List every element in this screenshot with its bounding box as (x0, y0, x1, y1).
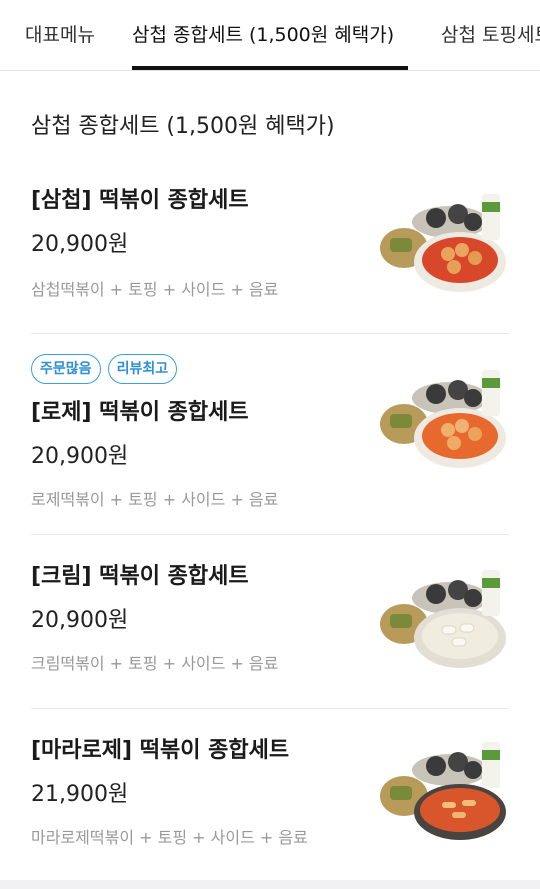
item-divider (31, 708, 509, 709)
menu-item-mala-rose-combo[interactable]: [마라로제] 떡볶이 종합세트 21,900원 마라로제떡볶이 + 토핑 + 사… (0, 720, 540, 878)
item-name: [크림] 떡볶이 종합세트 (31, 564, 249, 589)
item-price: 20,900원 (31, 232, 129, 257)
item-name: [삼첩] 떡볶이 종합세트 (31, 188, 249, 213)
item-divider (31, 333, 509, 334)
cream-tteokbokki-set-photo (380, 570, 506, 668)
tteokbokki-set-photo (380, 194, 506, 292)
item-price: 20,900원 (31, 608, 129, 633)
active-tab-indicator (132, 66, 408, 70)
tab-combo-set[interactable]: 삼첩 종합세트 (1,500원 혜택가) (132, 0, 394, 70)
item-name: [로제] 떡볶이 종합세트 (31, 400, 249, 425)
item-price: 21,900원 (31, 782, 129, 807)
item-description: 로제떡볶이 + 토핑 + 사이드 + 음료 (31, 490, 279, 509)
bottom-separator (0, 880, 540, 889)
item-description: 크림떡볶이 + 토핑 + 사이드 + 음료 (31, 654, 279, 673)
item-divider (31, 534, 509, 535)
section-title: 삼첩 종합세트 (1,500원 혜택가) (31, 114, 335, 139)
item-name: [마라로제] 떡볶이 종합세트 (31, 738, 290, 763)
item-description: 삼첩떡볶이 + 토핑 + 사이드 + 음료 (31, 280, 279, 299)
mala-rose-tteokbokki-set-photo (380, 742, 506, 840)
tab-signature-menu[interactable]: 대표메뉴 (25, 0, 95, 70)
item-badges: 주문많음 리뷰최고 (31, 354, 179, 384)
item-price: 20,900원 (31, 444, 129, 469)
category-tab-bar: 대표메뉴 삼첩 종합세트 (1,500원 혜택가) 삼첩 토핑세트 (0, 0, 540, 71)
badge-popular: 주문많음 (31, 354, 101, 384)
tab-topping-set[interactable]: 삼첩 토핑세트 (441, 0, 540, 70)
badge-best-review: 리뷰최고 (107, 354, 178, 384)
rose-tteokbokki-set-photo (380, 370, 506, 468)
menu-item-cream-combo[interactable]: [크림] 떡볶이 종합세트 20,900원 크림떡볶이 + 토핑 + 사이드 +… (0, 546, 540, 708)
menu-item-rose-combo[interactable]: 주문많음 리뷰최고 [로제] 떡볶이 종합세트 20,900원 로제떡볶이 + … (0, 354, 540, 534)
menu-item-samcheop-combo[interactable]: [삼첩] 떡볶이 종합세트 20,900원 삼첩떡볶이 + 토핑 + 사이드 +… (0, 170, 540, 333)
item-description: 마라로제떡볶이 + 토핑 + 사이드 + 음료 (31, 828, 308, 847)
